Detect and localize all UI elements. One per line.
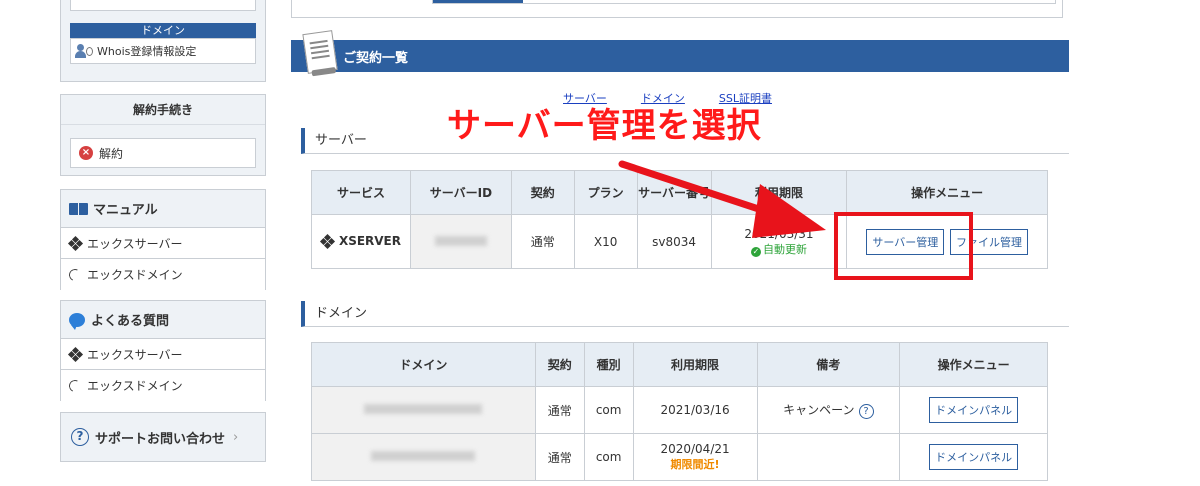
- col-header: 操作メニュー: [899, 342, 1048, 387]
- xdomain-logo-icon: [67, 266, 83, 283]
- top-panel-frame: [291, 0, 1063, 18]
- domain-panel-button[interactable]: ドメインパネル: [929, 444, 1019, 470]
- sidebar-manual-xdomain[interactable]: エックスドメイン: [61, 259, 265, 290]
- book-icon: [69, 202, 89, 215]
- question-icon: ?: [71, 428, 89, 446]
- domain-cell: [311, 433, 536, 481]
- help-question-icon[interactable]: ?: [858, 404, 874, 419]
- contract-cell: 通常: [534, 433, 585, 481]
- page-title: ご契約一覧: [343, 50, 409, 66]
- expiry-cell: 2021/03/16: [632, 386, 758, 434]
- chevron-right-icon: ›: [233, 429, 239, 445]
- sidebar-manual-title: マニュアル: [93, 203, 158, 218]
- sidebar-item-label: エックスドメイン: [87, 379, 183, 393]
- expiry-date: 2020/04/21: [660, 442, 730, 456]
- note-cell: [756, 433, 901, 481]
- sidebar-item-label: Whois登録情報設定: [97, 45, 197, 58]
- annotation-instruction: サーバー管理を選択: [447, 106, 762, 146]
- col-header: 種別: [583, 342, 634, 387]
- sidebar-domain-band: ドメイン: [70, 23, 256, 38]
- table-header-row: ドメイン 契約 種別 利用期限 備考 操作メニュー: [311, 342, 1048, 387]
- col-header: 操作メニュー: [846, 170, 1048, 215]
- col-header: サーバーID: [409, 170, 512, 215]
- sidebar-item-label: エックスサーバー: [87, 236, 183, 251]
- xserver-brand: XSERVER: [319, 233, 401, 249]
- type-cell: com: [583, 433, 634, 481]
- whois-person-icon: [75, 44, 93, 58]
- sidebar-cancel-box: 解約手続き × 解約: [60, 94, 266, 176]
- cancel-x-icon: ×: [79, 146, 93, 160]
- col-header: 利用期限: [710, 170, 848, 215]
- redacted-domain: [371, 451, 476, 461]
- col-header: ドメイン: [311, 342, 536, 387]
- check-icon: ✓: [750, 246, 761, 257]
- sidebar-manual-box: マニュアル エックスサーバー エックスドメイン: [60, 189, 266, 290]
- sidebar-support-label: サポートお問い合わせ: [95, 431, 226, 447]
- table-row: 通常 com 2020/04/21 期限間近! ドメインパネル: [311, 433, 1048, 481]
- domain-panel-button[interactable]: ドメインパネル: [929, 397, 1019, 423]
- col-header: 契約: [510, 170, 575, 215]
- domain-section-heading: ドメイン: [301, 301, 1069, 327]
- sidebar-faq-head: よくある質問: [61, 301, 265, 339]
- col-header: サービス: [311, 170, 411, 215]
- operation-cell: ドメインパネル: [899, 433, 1048, 481]
- col-header: サーバー番号: [636, 170, 712, 215]
- sidebar-item-label: 解約: [99, 146, 124, 161]
- top-panel-tab[interactable]: [433, 0, 523, 3]
- service-name: XSERVER: [338, 233, 401, 248]
- expiry-cell: 2021/03/31 ✓ 自動更新: [710, 214, 848, 269]
- expiry-warning: 期限間近!: [670, 458, 720, 471]
- xdomain-logo-icon: [67, 377, 83, 394]
- sidebar-manual-xserver[interactable]: エックスサーバー: [61, 228, 265, 259]
- sidebar-item-whois[interactable]: Whois登録情報設定: [70, 38, 256, 64]
- contract-cell: 通常: [534, 386, 585, 434]
- expiry-cell: 2020/04/21 期限間近!: [632, 433, 758, 481]
- service-cell: XSERVER: [311, 214, 411, 269]
- plan-cell: X10: [573, 214, 638, 269]
- operation-cell: ドメインパネル: [899, 386, 1048, 434]
- server-id-cell: [409, 214, 512, 269]
- col-header: 利用期限: [632, 342, 758, 387]
- xserver-logo-icon: [67, 235, 84, 252]
- col-header: プラン: [573, 170, 638, 215]
- auto-renew-status: ✓ 自動更新: [712, 241, 847, 257]
- sidebar-support-link[interactable]: ? サポートお問い合わせ ›: [60, 412, 266, 462]
- note-cell: キャンペーン?: [756, 386, 901, 434]
- contract-cell: 通常: [510, 214, 575, 269]
- auto-renew-label: 自動更新: [762, 242, 807, 256]
- sidebar-manual-head: マニュアル: [61, 190, 265, 228]
- type-cell: com: [583, 386, 634, 434]
- col-header: 備考: [756, 342, 901, 387]
- xserver-logo-icon: [319, 233, 335, 249]
- top-panel-inner: [432, 0, 1056, 4]
- sidebar-faq-xserver[interactable]: エックスサーバー: [61, 339, 265, 370]
- expiry-date: 2021/03/31: [744, 226, 814, 241]
- page-title-bar: ご契約一覧: [291, 30, 1069, 74]
- sidebar-item-label: エックスサーバー: [87, 347, 183, 362]
- speech-bubble-icon: [69, 312, 85, 330]
- xserver-logo-icon: [67, 346, 84, 363]
- sidebar-faq-box: よくある質問 エックスサーバー エックスドメイン: [60, 300, 266, 401]
- redacted-domain: [364, 404, 483, 414]
- sidebar-domain-box: ドメイン Whois登録情報設定: [60, 0, 266, 82]
- redacted-server-id: [434, 235, 487, 246]
- contract-document-icon: [302, 30, 338, 74]
- sidebar-item-label: エックスドメイン: [87, 268, 183, 282]
- col-header: 契約: [534, 342, 585, 387]
- table-header-row: サービス サーバーID 契約 プラン サーバー番号 利用期限 操作メニュー: [311, 170, 1048, 215]
- server-number-cell: sv8034: [636, 214, 712, 269]
- sidebar-item-cancel[interactable]: × 解約: [70, 138, 256, 168]
- table-row: 通常 com 2021/03/16 キャンペーン? ドメインパネル: [311, 386, 1048, 434]
- domain-table: ドメイン 契約 種別 利用期限 備考 操作メニュー 通常 com 2021/03…: [311, 342, 1048, 481]
- annotation-highlight-box: [834, 212, 973, 280]
- sidebar-faq-xdomain[interactable]: エックスドメイン: [61, 370, 265, 401]
- sidebar-prev-item[interactable]: [70, 0, 256, 11]
- campaign-note: キャンペーン: [783, 403, 855, 417]
- domain-cell: [311, 386, 536, 434]
- sidebar-faq-title: よくある質問: [91, 314, 170, 329]
- sidebar-cancel-head: 解約手続き: [61, 95, 265, 125]
